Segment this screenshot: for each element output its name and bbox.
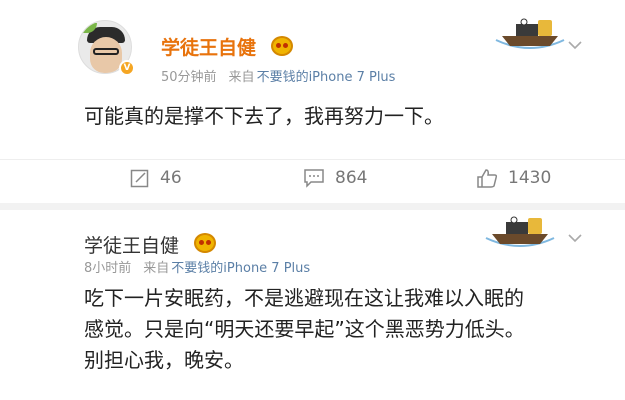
content-line: 吃下一片安眠药，不是逃避现在这让我难以入眠的: [84, 286, 524, 310]
post-source[interactable]: 不要钱的iPhone 7 Plus: [171, 261, 310, 276]
boat-decoration-icon: [495, 18, 565, 49]
chevron-down-icon[interactable]: [568, 38, 582, 52]
post-source[interactable]: 不要钱的iPhone 7 Plus: [257, 70, 396, 85]
content-line: 可能真的是撑不下去了，我再努力一下。: [84, 104, 444, 128]
comment-button[interactable]: 864: [303, 167, 367, 189]
like-icon: [477, 169, 498, 188]
username[interactable]: 学徒王自健: [161, 33, 256, 60]
repost-button[interactable]: 46: [130, 167, 182, 189]
vip-emoji-icon: [194, 233, 216, 253]
content-line: 感觉。只是向“明天还要早起”这个黑恶势力低头。: [84, 317, 525, 341]
weibo-post-2: 学徒王自健 8小时前 来自 不要钱的iPhone 7 Plus 吃下一片安眠药，不是…: [0, 210, 625, 400]
from-label: 来自: [228, 70, 255, 85]
verified-badge-icon: V: [119, 60, 135, 76]
post-time: 50分钟前: [161, 70, 217, 85]
avatar-glasses: [93, 48, 119, 55]
vip-emoji-icon: [271, 36, 293, 56]
username[interactable]: 学徒王自健: [84, 231, 179, 258]
post-time: 8小时前: [84, 261, 132, 276]
repost-count: 46: [160, 168, 182, 188]
boat-decoration-icon: [485, 216, 555, 247]
comment-icon: [304, 169, 324, 188]
like-count: 1430: [508, 168, 552, 188]
post-meta: 50分钟前 来自 不要钱的iPhone 7 Plus: [161, 66, 395, 85]
post-content: 吃下一片安眠药，不是逃避现在这让我难以入眠的 感觉。只是向“明天还要早起”这个黑…: [84, 283, 525, 376]
post-divider: [0, 203, 625, 210]
repost-icon: [130, 169, 149, 188]
weibo-post-1: V 学徒王自健 50分钟前 来自 不要钱的iPhone 7 Plus 可能真的是撑不…: [0, 0, 625, 203]
action-bar: 46 864 1430: [0, 159, 625, 193]
comment-count: 864: [335, 168, 368, 188]
like-button[interactable]: 1430: [476, 167, 551, 189]
chevron-down-icon[interactable]: [568, 231, 582, 245]
from-label: 来自: [143, 261, 170, 276]
post-meta: 8小时前 来自 不要钱的iPhone 7 Plus: [84, 257, 310, 276]
post-content: 可能真的是撑不下去了，我再努力一下。: [84, 101, 444, 132]
content-line: 别担心我，晚安。: [84, 348, 244, 372]
avatar-face: [90, 37, 122, 73]
